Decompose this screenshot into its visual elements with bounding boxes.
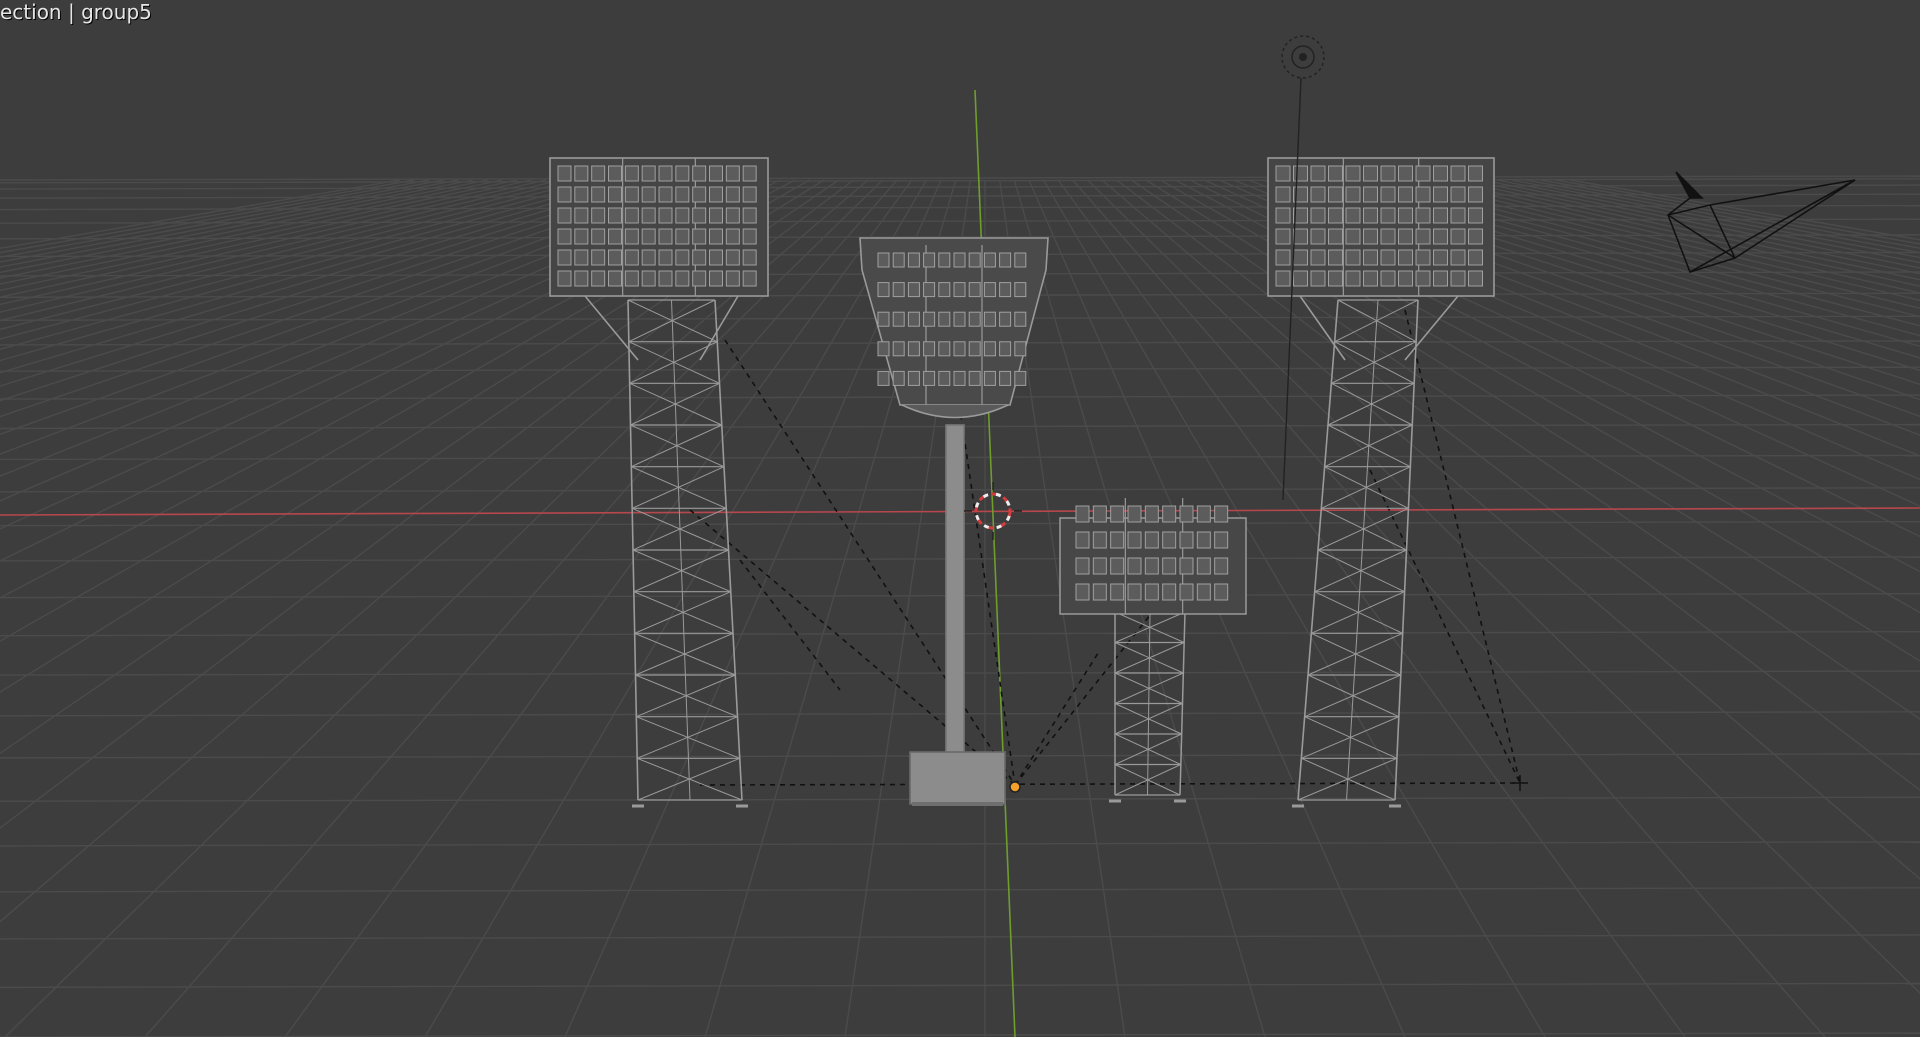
light-tower-right[interactable]: [1267, 157, 1495, 808]
lattice-structure-left: [627, 299, 748, 808]
lattice-structure-right: [1292, 299, 1419, 808]
lattice-structure-small: [1109, 611, 1186, 803]
y-axis-line: [974, 89, 1016, 1037]
scene-canvas[interactable]: [0, 0, 1920, 1037]
viewport-collection-label: ection | group5: [0, 0, 152, 24]
object-origin-dot[interactable]: [1009, 781, 1021, 793]
light-tower-pole[interactable]: [859, 237, 1049, 806]
3d-viewport[interactable]: ection | group5: [0, 0, 1920, 1037]
light-tower-left[interactable]: [549, 157, 769, 808]
empty-target-marker[interactable]: [1512, 775, 1528, 791]
